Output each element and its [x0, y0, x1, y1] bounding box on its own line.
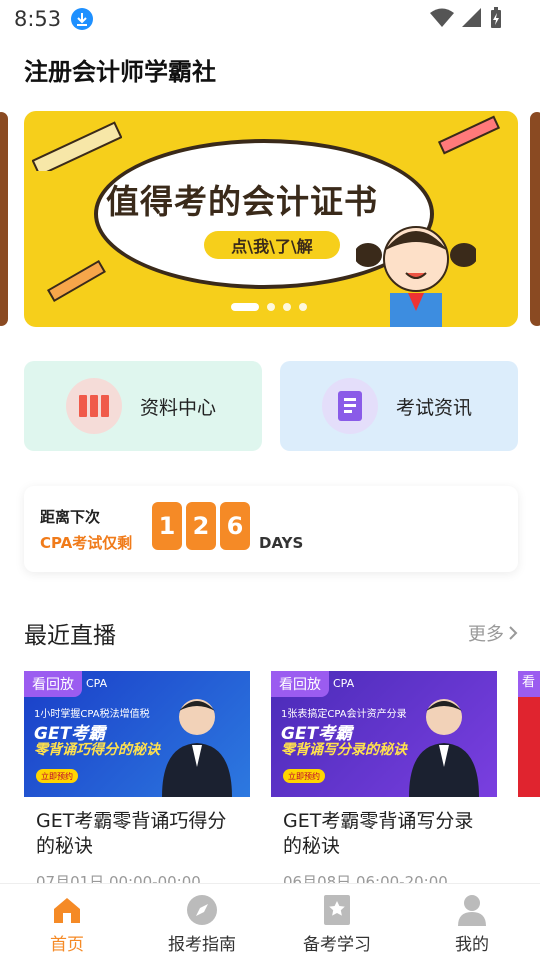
materials-center-label: 资料中心 [140, 396, 217, 419]
live-title: GET考霸零背诵巧得分的秘诀 [36, 810, 227, 857]
exam-news-label: 考试资讯 [396, 396, 473, 419]
countdown-line1: 距离下次 [40, 508, 101, 526]
document-icon [322, 378, 378, 434]
banner-headline: 值得考的会计证书 [106, 182, 378, 221]
live-card[interactable]: 看回放 CPA 1小时掌握CPA税法增值税 GET考霸 零背诵巧得分的秘诀 立即… [24, 671, 250, 891]
carousel-dots [231, 303, 307, 311]
download-icon [71, 8, 94, 30]
live-thumbnail: 看回放 CPA 1小时掌握CPA税法增值税 GET考霸 零背诵巧得分的秘诀 立即… [24, 671, 250, 797]
replay-badge: 看 [518, 671, 540, 697]
lecturer-image [409, 699, 479, 797]
live-title: GET考霸零背诵写分录的秘诀 [283, 810, 474, 857]
carousel-dot[interactable] [231, 303, 259, 311]
status-icons [430, 7, 502, 29]
thumb-tagline: 零背诵巧得分的秘诀 [34, 742, 160, 758]
pencil-decoration-icon [46, 259, 106, 303]
star-book-icon [321, 894, 353, 926]
carousel-dot[interactable] [299, 303, 307, 311]
countdown-digit: 6 [220, 502, 250, 550]
lecturer-image [162, 699, 232, 797]
materials-center-card[interactable]: 资料中心 [24, 361, 262, 451]
thumb-book-button: 立即预约 [283, 769, 325, 783]
banner-prev-edge[interactable] [0, 112, 8, 326]
banner-tagline: 点\我\了\解 [204, 231, 340, 259]
thumb-subtitle: 1张表搞定CPA会计资产分录 [281, 709, 407, 720]
exam-news-card[interactable]: 考试资讯 [280, 361, 518, 451]
more-button[interactable]: 更多 [468, 620, 518, 646]
status-bar: 8:53 [0, 0, 540, 38]
thumb-subtitle: 1小时掌握CPA税法增值税 [34, 709, 150, 720]
countdown-digit: 1 [152, 502, 182, 550]
girl-illustration-icon [356, 226, 476, 327]
battery-icon [491, 7, 501, 28]
nav-home[interactable]: 首页 [17, 894, 117, 955]
nav-mine[interactable]: 我的 [422, 894, 522, 955]
live-card[interactable]: 看回放 CPA 1张表搞定CPA会计资产分录 GET考霸 零背诵写分录的秘诀 立… [271, 671, 497, 891]
exam-countdown: 距离下次 CPA考试仅剩 1 2 6 DAYS [24, 486, 518, 572]
pencils-decoration-icon [437, 115, 501, 155]
user-icon [456, 894, 488, 926]
chevron-right-icon [509, 626, 518, 640]
banner-next-edge[interactable] [530, 112, 540, 326]
ruler-decoration-icon [32, 121, 122, 171]
thumb-book-button: 立即预约 [36, 769, 78, 783]
recent-live-title: 最近直播 [24, 623, 116, 649]
nav-home-label: 首页 [50, 935, 84, 955]
compass-icon [186, 894, 218, 926]
signal-icon [462, 8, 481, 27]
countdown-digit: 2 [186, 502, 216, 550]
banner-carousel[interactable]: 值得考的会计证书 点\我\了\解 [24, 111, 518, 327]
replay-badge: 看回放 [271, 671, 329, 697]
countdown-line2: CPA考试仅剩 [40, 534, 133, 552]
thumb-brand: CPA [86, 677, 108, 690]
carousel-dot[interactable] [283, 303, 291, 311]
thumb-tagline: 零背诵写分录的秘诀 [281, 742, 407, 758]
nav-mine-label: 我的 [455, 935, 489, 955]
live-thumbnail: 看回放 CPA 1张表搞定CPA会计资产分录 GET考霸 零背诵写分录的秘诀 立… [271, 671, 497, 797]
status-time: 8:53 [14, 7, 62, 31]
replay-badge: 看回放 [24, 671, 82, 697]
countdown-unit: DAYS [259, 534, 304, 552]
live-card-partial[interactable]: 看 [518, 671, 540, 797]
app-title: 注册会计师学霸社 [24, 58, 216, 86]
wifi-icon [430, 8, 454, 27]
nav-exam-guide-label: 报考指南 [168, 935, 236, 955]
nav-study-label: 备考学习 [303, 935, 371, 955]
carousel-dot[interactable] [267, 303, 275, 311]
nav-exam-guide[interactable]: 报考指南 [152, 894, 252, 955]
books-icon [66, 378, 122, 434]
more-label: 更多 [468, 624, 504, 645]
thumb-brand: CPA [333, 677, 355, 690]
nav-study[interactable]: 备考学习 [287, 894, 387, 955]
bottom-navigation: 首页 报考指南 备考学习 我的 [0, 883, 540, 960]
home-icon [51, 894, 83, 926]
